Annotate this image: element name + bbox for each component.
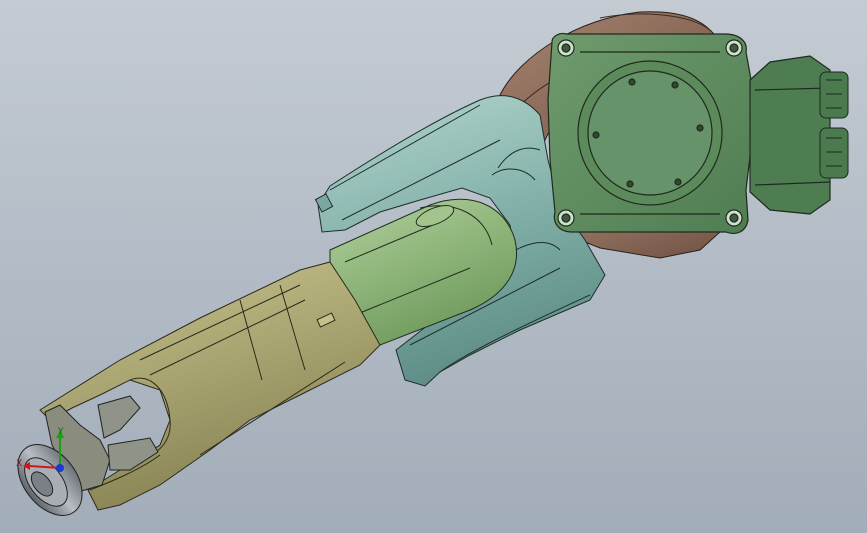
base-housing[interactable] bbox=[547, 32, 831, 235]
triad-z-axis bbox=[56, 464, 64, 472]
triad-x-label: X bbox=[16, 459, 23, 469]
robot-arm-model[interactable] bbox=[0, 0, 867, 533]
coordinate-triad: X Y bbox=[14, 428, 74, 478]
triad-x-arrow bbox=[23, 462, 30, 470]
triad-x-axis bbox=[29, 465, 61, 469]
triad-y-label: Y bbox=[58, 427, 64, 437]
graphics-viewport[interactable]: X Y bbox=[0, 0, 867, 533]
